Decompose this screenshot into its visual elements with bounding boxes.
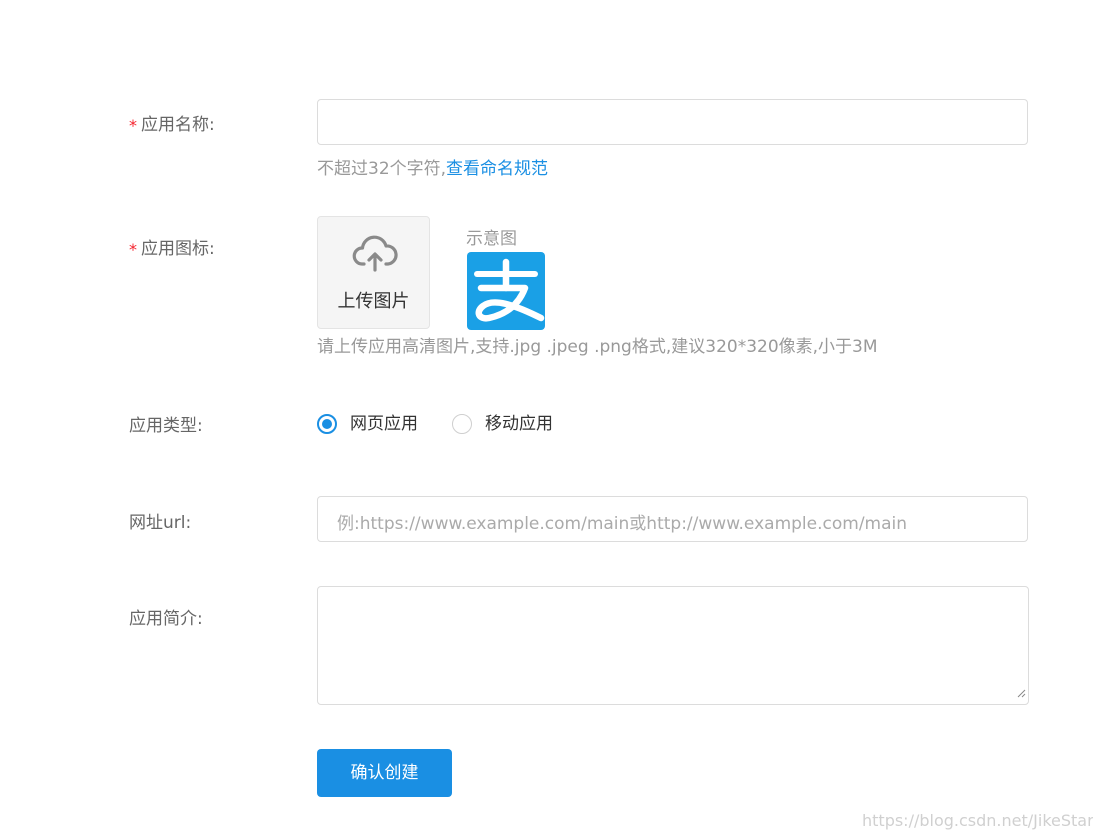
upload-image-button[interactable]: 上传图片 xyxy=(317,216,430,329)
app-name-label-text: 应用名称: xyxy=(141,115,215,135)
required-mark: * xyxy=(129,240,137,259)
watermark: https://blog.csdn.net/JikeStardy xyxy=(862,811,1093,830)
app-name-hint: 不超过32个字符,查看命名规范 xyxy=(317,154,548,179)
radio-unchecked-icon xyxy=(452,414,472,434)
upload-image-label: 上传图片 xyxy=(337,291,410,312)
url-input[interactable]: 例:https://www.example.com/main或http://ww… xyxy=(317,496,1028,542)
confirm-create-button[interactable]: 确认创建 xyxy=(317,749,452,797)
app-icon-hint: 请上传应用高清图片,支持.jpg .jpeg .png格式,建议320*320像… xyxy=(317,337,878,357)
app-name-input[interactable] xyxy=(317,99,1028,145)
app-icon-label-text: 应用图标: xyxy=(141,239,215,259)
radio-checked-icon xyxy=(317,414,337,434)
app-name-label: * 应用名称: xyxy=(129,110,215,135)
create-app-form: * 应用名称: 不超过32个字符,查看命名规范 * 应用图标: 上传图片 示意图 请… xyxy=(0,0,1093,839)
alipay-logo xyxy=(467,252,545,330)
sample-label: 示意图 xyxy=(466,229,517,249)
cloud-upload-icon xyxy=(352,234,398,278)
url-placeholder: 例:https://www.example.com/main或http://ww… xyxy=(337,514,908,534)
app-name-hint-text: 不超过32个字符, xyxy=(317,159,447,179)
resize-grip-icon[interactable] xyxy=(1017,683,1026,702)
app-icon-label: * 应用图标: xyxy=(129,234,215,259)
url-label: 网址url: xyxy=(129,513,192,533)
app-type-label: 应用类型: xyxy=(129,416,203,436)
required-mark: * xyxy=(129,116,137,135)
description-textarea[interactable] xyxy=(317,586,1029,705)
naming-rules-link[interactable]: 查看命名规范 xyxy=(446,159,548,179)
radio-mobile-app-label: 移动应用 xyxy=(485,414,553,434)
description-label: 应用简介: xyxy=(129,609,203,629)
radio-web-app-label: 网页应用 xyxy=(350,414,418,434)
